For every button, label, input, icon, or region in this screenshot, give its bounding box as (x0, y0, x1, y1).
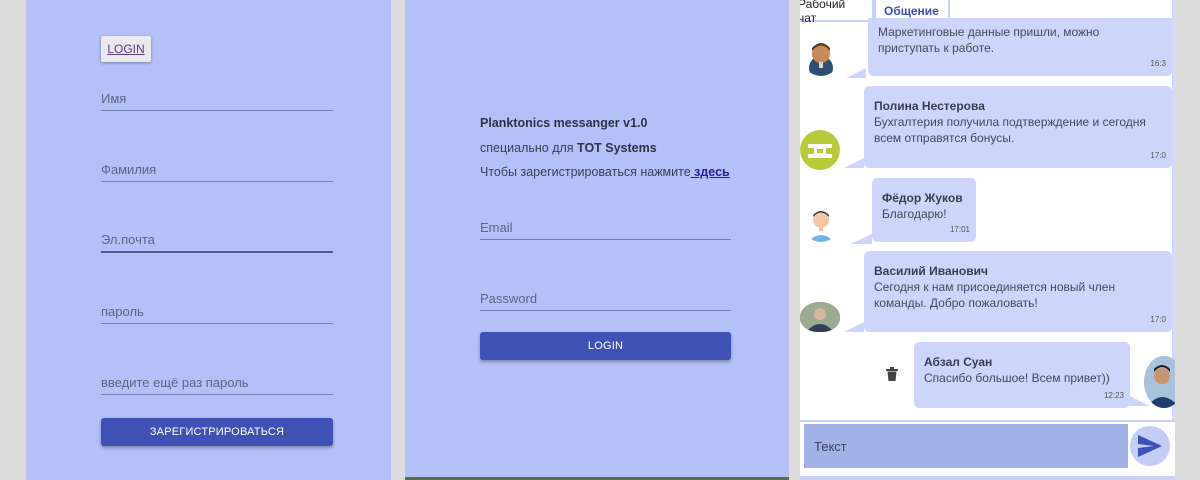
password-field[interactable]: пароль (101, 300, 333, 324)
bubble-tail (844, 322, 864, 332)
login-email-placeholder: Email (480, 220, 513, 235)
message-time: 17:0 (1150, 315, 1166, 324)
avatar-cartoon-man-1 (802, 38, 840, 76)
password-placeholder: пароль (101, 304, 144, 319)
register-prompt: Чтобы зарегистрироваться нажмите здесь (480, 165, 730, 179)
message-bubble-own: Абзал Суан Спасибо большое! Всем привет)… (914, 342, 1130, 408)
avatar-photo-man (800, 302, 840, 332)
email-placeholder: Эл.почта (101, 232, 155, 247)
first-name-field[interactable]: Имя (101, 87, 333, 111)
email-field[interactable]: Эл.почта (101, 229, 333, 253)
register-panel: LOGIN Имя Фамилия Эл.почта пароль введит… (26, 0, 391, 480)
bottom-border (800, 476, 1175, 480)
message-author: Абзал Суан (924, 355, 993, 369)
message-time: 17:0 (1150, 151, 1166, 160)
login-panel: Planktonics messanger v1.0 специально дл… (405, 0, 789, 480)
message-text: Бухгалтерия получила подтверждение и сег… (874, 115, 1146, 145)
scrollbar[interactable] (1172, 0, 1175, 420)
register-button[interactable]: ЗАРЕГИСТРИРОВАТЬСЯ (101, 418, 333, 446)
message-input[interactable]: Текст (804, 424, 1128, 468)
login-button[interactable]: LOGIN (480, 332, 731, 360)
first-name-placeholder: Имя (101, 91, 127, 106)
avatar-cartoon-man-2 (802, 204, 840, 242)
message-time: 12:23 (1103, 391, 1124, 400)
message-bubble: Маркетинговые данные пришли, можно прист… (868, 18, 1172, 76)
message-author: Василий Иванович (874, 264, 988, 278)
bubble-tail (844, 158, 864, 168)
login-password-placeholder: Password (480, 291, 538, 306)
send-icon (1138, 435, 1162, 457)
last-name-placeholder: Фамилия (101, 162, 157, 177)
message-text: Сегодня к нам присоединяется новый член … (874, 280, 1116, 310)
password-repeat-placeholder: введите ещё раз пароль (101, 375, 249, 390)
app-title: Planktonics messanger v1.0 (480, 116, 648, 130)
login-switch-button[interactable]: LOGIN (101, 36, 151, 62)
register-link[interactable]: здесь (691, 165, 730, 179)
message-bubble: Полина Нестерова Бухгалтерия получила по… (864, 86, 1172, 168)
message-text: Благодарю! (882, 207, 947, 221)
bubble-tail (846, 68, 866, 78)
delete-icon[interactable] (886, 367, 898, 386)
chat-panel: Рабочий чат Общение Маркетинговые данные… (800, 0, 1175, 480)
login-password-field[interactable]: Password (480, 287, 731, 311)
message-text: Спасибо большое! Всем привет)) (924, 371, 1110, 385)
message-bubble: Василий Иванович Сегодня к нам присоедин… (864, 251, 1172, 332)
message-text: Маркетинговые данные пришли, можно прист… (878, 25, 1100, 55)
message-bubble: Фёдор Жуков Благодарю! 17:01 (872, 178, 976, 242)
app-subtitle: специально для TOT Systems (480, 141, 657, 155)
send-button[interactable] (1130, 426, 1170, 466)
password-repeat-field[interactable]: введите ещё раз пароль (101, 371, 333, 395)
last-name-field[interactable]: Фамилия (101, 158, 333, 182)
bubble-tail (850, 234, 872, 244)
message-time: 17:01 (949, 225, 970, 234)
company-name: TOT Systems (577, 141, 657, 155)
message-time: 16:3 (1150, 59, 1166, 68)
login-email-field[interactable]: Email (480, 216, 731, 240)
tab-work-chat[interactable]: Рабочий чат (800, 0, 874, 25)
avatar-identicon (800, 130, 840, 170)
message-author: Фёдор Жуков (882, 191, 963, 205)
message-author: Полина Нестерова (874, 99, 985, 113)
